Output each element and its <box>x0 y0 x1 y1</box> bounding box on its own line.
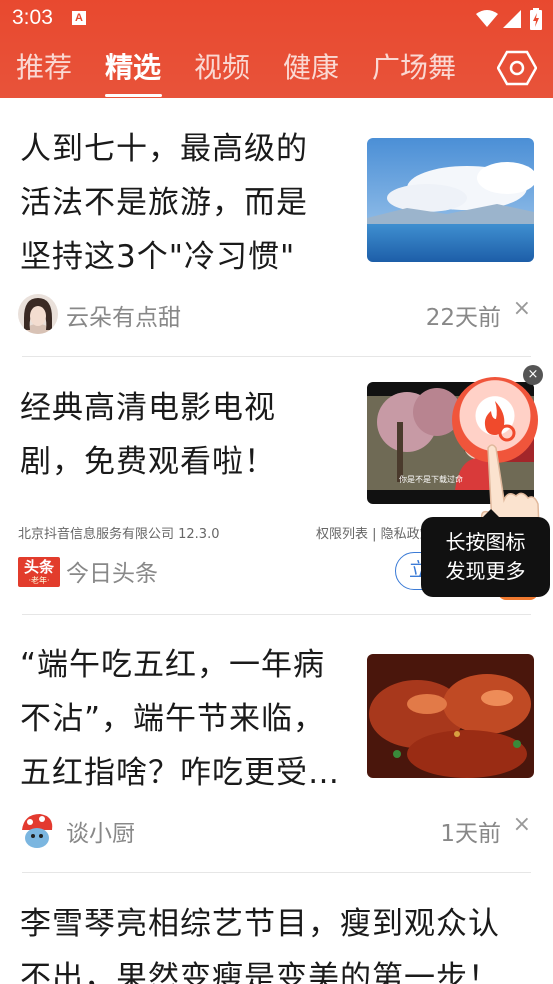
category-tabs: 推荐 精选 视频 健康 广场舞 <box>0 46 553 97</box>
tab-recommend[interactable]: 推荐 <box>16 46 72 90</box>
ad-privacy-links[interactable]: 权限列表 | 隐私政策 <box>316 523 433 542</box>
top-header: 3:03 A 推荐 精选 视频 健康 广场舞 <box>0 0 553 98</box>
article-meta: 谈小厨 1天前 × <box>18 810 531 850</box>
divider <box>22 872 531 873</box>
post-time: 22天前 <box>425 305 501 331</box>
tooltip-line: 长按图标 <box>445 530 526 554</box>
dismiss-close-icon[interactable]: × <box>513 296 531 321</box>
status-bar: 3:03 A <box>0 0 553 36</box>
article-title[interactable]: 李雪琴亮相综艺节目，瘦到观众认 不出，果然变瘦是变美的第一步！ <box>20 897 500 984</box>
divider <box>22 356 531 357</box>
article-meta: 云朵有点甜 22天前 × <box>18 294 531 334</box>
title-line: 经典高清电影电视 <box>20 390 276 426</box>
video-caption: 你是不是下载过命 <box>399 474 463 484</box>
title-line: 李雪琴亮相综艺节目，瘦到观众认 <box>20 906 500 942</box>
ad-company-info: 北京抖音信息服务有限公司 12.3.0 <box>18 527 220 542</box>
logo-subtext: ·老年· <box>28 576 50 585</box>
dismiss-close-icon[interactable]: × <box>513 812 531 837</box>
tab-health[interactable]: 健康 <box>283 46 339 90</box>
ad-app-name[interactable]: 今日头条 <box>66 554 158 588</box>
active-tab-indicator <box>105 94 162 97</box>
tab-featured[interactable]: 精选 <box>105 46 161 90</box>
post-time: 1天前 <box>440 821 501 847</box>
battery-icon <box>530 8 542 30</box>
title-line: 剧，免费观看啦！ <box>20 444 276 480</box>
article-thumbnail-pork[interactable] <box>367 654 534 778</box>
author-avatar[interactable] <box>18 810 58 850</box>
author-name[interactable]: 谈小厨 <box>66 814 135 848</box>
tab-video[interactable]: 视频 <box>194 46 250 90</box>
status-time: 3:03 <box>12 6 53 29</box>
divider <box>22 614 531 615</box>
signal-icon <box>503 10 521 28</box>
wifi-icon <box>476 10 498 27</box>
long-press-tooltip: 长按图标 发现更多 <box>421 509 550 597</box>
article-title[interactable]: 人到七十，最高级的 活法不是旅游，而是 坚持这3个"冷习惯" <box>20 122 308 284</box>
ad-title[interactable]: 经典高清电影电视 剧，免费观看啦！ <box>20 381 276 489</box>
toutiao-logo: 头条 ·老年· <box>18 557 60 587</box>
title-line: 不出，果然变瘦是变美的第一步！ <box>20 960 500 984</box>
title-line: 坚持这3个"冷习惯" <box>20 239 296 275</box>
floating-close-button[interactable]: × <box>523 365 543 385</box>
title-line: 活法不是旅游，而是 <box>20 185 308 221</box>
tooltip-line: 发现更多 <box>445 559 526 583</box>
title-line: 五红指啥？咋吃更受… <box>20 755 340 791</box>
tab-square-dance[interactable]: 广场舞 <box>372 46 456 90</box>
article-thumbnail-lake[interactable] <box>367 138 534 262</box>
article-title[interactable]: “端午吃五红，一年病 不沾”，端午节来临， 五红指啥？咋吃更受… <box>20 638 340 800</box>
logo-text: 头条 <box>23 558 54 576</box>
settings-hexagon-icon[interactable] <box>497 50 537 86</box>
author-name[interactable]: 云朵有点甜 <box>66 298 181 332</box>
notification-a-icon: A <box>72 11 86 25</box>
title-line: 不沾”，端午节来临， <box>20 701 326 737</box>
title-line: 人到七十，最高级的 <box>20 131 308 167</box>
author-avatar[interactable] <box>18 294 58 334</box>
title-line: “端午吃五红，一年病 <box>20 647 326 683</box>
